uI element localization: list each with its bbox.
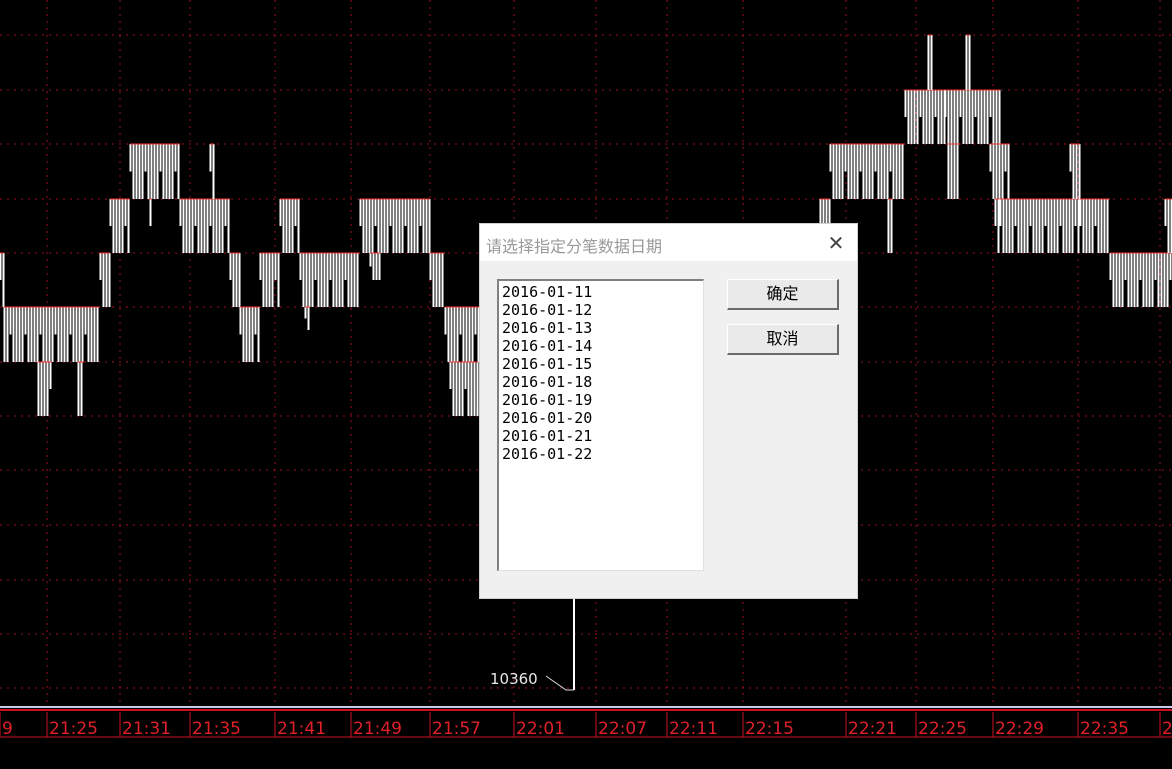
x-tick-label: 22:11 (669, 719, 718, 739)
date-list-item[interactable]: 2016-01-13 (499, 319, 703, 337)
date-list-item[interactable]: 2016-01-22 (499, 445, 703, 463)
date-list-item[interactable]: 2016-01-11 (499, 283, 703, 301)
select-date-dialog: 请选择指定分笔数据日期 ✕ 2016-01-11 2016-01-12 2016-0… (480, 224, 857, 598)
x-tick-label: 21:25 (49, 719, 98, 739)
close-icon[interactable]: ✕ (825, 232, 847, 254)
x-tick-label: 22:21 (848, 719, 897, 739)
x-tick-label: 22:25 (918, 719, 967, 739)
date-list-item[interactable]: 2016-01-20 (499, 409, 703, 427)
cancel-button[interactable]: 取消 (727, 324, 839, 355)
date-list-item[interactable]: 2016-01-12 (499, 301, 703, 319)
x-tick-label: 22:29 (995, 719, 1044, 739)
x-tick-label: 9 (2, 719, 13, 739)
x-tick-label: 21:57 (432, 719, 481, 739)
date-list: 2016-01-11 2016-01-12 2016-01-13 2016-01-14… (499, 281, 703, 463)
dialog-titlebar: 请选择指定分笔数据日期 ✕ (480, 224, 857, 261)
x-tick-label: 21:35 (192, 719, 241, 739)
x-tick-label: 21:31 (122, 719, 171, 739)
date-list-item[interactable]: 2016-01-19 (499, 391, 703, 409)
x-tick-label: 22 (1162, 719, 1172, 739)
ok-button[interactable]: 确定 (727, 279, 839, 310)
x-tick-label: 21:41 (277, 719, 326, 739)
x-tick-label: 22:07 (598, 719, 647, 739)
dialog-title: 请选择指定分笔数据日期 (486, 237, 663, 256)
x-tick-label: 21:49 (353, 719, 402, 739)
annotation-label: 10360 (490, 670, 538, 688)
date-list-item[interactable]: 2016-01-14 (499, 337, 703, 355)
date-list-item[interactable]: 2016-01-18 (499, 373, 703, 391)
x-tick-label: 22:01 (516, 719, 565, 739)
x-tick-label: 22:35 (1080, 719, 1129, 739)
date-list-item[interactable]: 2016-01-21 (499, 427, 703, 445)
x-tick-label: 22:15 (745, 719, 794, 739)
date-listbox[interactable]: 2016-01-11 2016-01-12 2016-01-13 2016-01-14… (497, 279, 704, 571)
date-list-item[interactable]: 2016-01-15 (499, 355, 703, 373)
time-axis: 9 21:25 21:31 21:35 21:41 21:49 21:57 22:01 22:0… (0, 706, 1172, 739)
price-annotation: 10360 (490, 670, 574, 691)
